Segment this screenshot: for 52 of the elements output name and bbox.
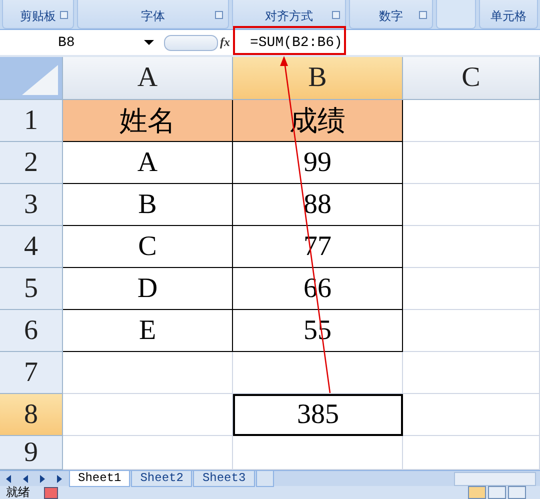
row-header[interactable]: 8 [0,394,63,436]
ribbon-group-label: 字体 [141,8,165,25]
table-cell[interactable]: 88 [233,184,403,226]
empty-cell[interactable] [233,352,403,394]
view-button[interactable] [468,486,486,499]
insert-function-button[interactable]: fx [220,35,238,50]
table-cell[interactable]: 姓名 [63,100,233,142]
empty-cell[interactable] [403,142,540,184]
empty-cell[interactable] [403,184,540,226]
ribbon-group-label: 单元格 [490,8,526,25]
caret-icon[interactable] [144,40,154,45]
row-header[interactable]: 9 [0,436,63,470]
ribbon-group-label: 数字 [379,8,403,25]
table-cell[interactable]: C [63,226,233,268]
horizontal-scrollbar[interactable] [454,472,536,486]
table-cell[interactable]: 99 [233,142,403,184]
select-all-button[interactable] [0,57,63,100]
status-text: 就绪 [5,486,31,499]
insert-sheet-button[interactable] [256,470,274,486]
name-box[interactable]: B8 [0,32,130,52]
dialog-launcher-icon[interactable] [215,11,223,19]
formula-field[interactable]: =SUM(B2:B6) [238,34,342,50]
empty-cell[interactable] [403,394,540,436]
table-cell[interactable]: A [63,142,233,184]
view-button[interactable] [488,486,506,499]
column-header[interactable]: B [233,57,403,100]
ribbon-group-label: 对齐方式 [265,8,313,25]
dialog-launcher-icon[interactable] [332,11,340,19]
sheet-tab[interactable]: Sheet3 [193,470,255,486]
empty-cell[interactable] [403,352,540,394]
table-cell[interactable]: E [63,310,233,352]
sheet-tab[interactable]: Sheet1 [69,470,130,486]
row-header[interactable]: 5 [0,268,63,310]
row-header[interactable]: 2 [0,142,63,184]
empty-cell[interactable] [403,310,540,352]
empty-cell[interactable] [403,226,540,268]
sheet-tab[interactable]: Sheet2 [131,470,192,486]
row-header[interactable]: 1 [0,100,63,142]
row-header[interactable]: 4 [0,226,63,268]
table-cell[interactable]: D [63,268,233,310]
dialog-launcher-icon[interactable] [60,11,68,19]
table-cell[interactable]: 385 [233,394,403,436]
empty-cell[interactable] [403,268,540,310]
ribbon-group-label: 剪贴板 [20,8,56,25]
table-cell[interactable]: B [63,184,233,226]
view-button[interactable] [508,486,526,499]
row-header[interactable]: 6 [0,310,63,352]
dialog-launcher-icon[interactable] [419,11,427,19]
row-header[interactable]: 3 [0,184,63,226]
column-header[interactable]: C [403,57,540,100]
row-header[interactable]: 7 [0,352,63,394]
column-header[interactable]: A [63,57,233,100]
